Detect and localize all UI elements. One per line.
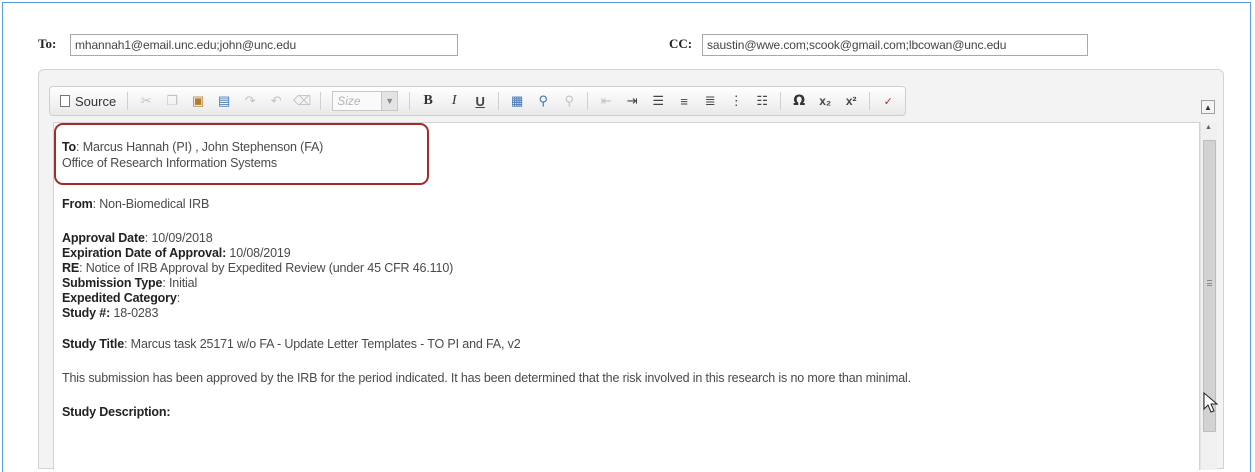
align-right-icon[interactable]: ≣ bbox=[699, 90, 721, 112]
toolbar-separator bbox=[409, 92, 411, 110]
copy-icon[interactable]: ❐ bbox=[161, 90, 183, 112]
letter-submission-key: Submission Type bbox=[62, 276, 163, 290]
letter-description-heading-text: Study Description: bbox=[62, 405, 171, 419]
letter-expedited-key: Expedited Category bbox=[62, 291, 177, 305]
replace-icon[interactable]: ⚲ bbox=[558, 90, 580, 112]
letter-expedited-line: Expedited Category: bbox=[62, 291, 180, 305]
letter-study-title-value: : Marcus task 25171 w/o FA - Update Lett… bbox=[124, 337, 521, 351]
letter-re-key: RE bbox=[62, 261, 80, 275]
letter-to-value: : Marcus Hannah (PI) , John Stephenson (… bbox=[76, 140, 324, 154]
subscript-button[interactable]: x₂ bbox=[814, 90, 836, 112]
align-left-icon[interactable]: ☰ bbox=[647, 90, 669, 112]
letter-from-line: From: Non-Biomedical IRB bbox=[62, 197, 209, 211]
letter-approval-line: Approval Date: 10/09/2018 bbox=[62, 231, 213, 245]
letter-from-key: From bbox=[62, 197, 93, 211]
letter-study-number-value: 18-0283 bbox=[110, 306, 159, 320]
letter-description-heading: Study Description: bbox=[62, 405, 171, 419]
letter-expiration-key: Expiration Date of Approval: bbox=[62, 246, 227, 260]
indent-icon[interactable]: ⇥ bbox=[621, 90, 643, 112]
letter-study-number-line: Study #: 18-0283 bbox=[62, 306, 158, 320]
paste-from-word-icon[interactable]: ▤ bbox=[213, 90, 235, 112]
font-size-select[interactable]: Size ▼ bbox=[332, 91, 399, 111]
toolbar-group: Source ✂ ❐ ▣ ▤ ↷ ↶ ⌫ Size ▼ B I U ▦ ⚲ ⚲ … bbox=[49, 86, 907, 116]
scrollbar-thumb[interactable] bbox=[1203, 140, 1216, 432]
clear-formatting-icon[interactable]: ⌫ bbox=[291, 90, 313, 112]
to-field[interactable]: mhannah1@email.unc.edu;john@unc.edu bbox=[70, 34, 458, 56]
to-label: To: bbox=[38, 36, 57, 51]
letter-expedited-value: : bbox=[176, 291, 181, 305]
letter-study-title-line: Study Title: Marcus task 25171 w/o FA - … bbox=[62, 337, 521, 351]
letter-expiration-value: 10/08/2019 bbox=[226, 246, 291, 260]
source-button-label: Source bbox=[75, 93, 117, 109]
cc-field[interactable]: saustin@wwe.com;scook@gmail.com;lbcowan@… bbox=[702, 34, 1088, 56]
align-center-icon[interactable]: ≡ bbox=[673, 90, 695, 112]
letter-expiration-line: Expiration Date of Approval: 10/08/2019 bbox=[62, 246, 291, 260]
chevron-down-icon: ▼ bbox=[381, 92, 398, 110]
bullet-list-icon[interactable]: ☷ bbox=[751, 90, 773, 112]
toolbar-collapse-button[interactable]: ▲ bbox=[1201, 100, 1215, 114]
letter-to-line: To: Marcus Hannah (PI) , John Stephenson… bbox=[62, 140, 323, 154]
toolbar-separator bbox=[587, 92, 589, 110]
letter-approval-sentence: This submission has been approved by the… bbox=[62, 371, 911, 385]
letter-re-line: RE: Notice of IRB Approval by Expedited … bbox=[62, 261, 453, 275]
toolbar-separator bbox=[320, 92, 322, 110]
source-button[interactable]: Source bbox=[56, 90, 120, 112]
spellcheck-icon[interactable]: ✓ bbox=[877, 90, 899, 112]
toolbar-separator bbox=[498, 92, 500, 110]
cc-label: CC: bbox=[669, 36, 693, 51]
letter-to-key: To bbox=[62, 140, 77, 154]
numbered-list-icon[interactable]: ⋮ bbox=[725, 90, 747, 112]
letter-approval-key: Approval Date bbox=[62, 231, 145, 245]
letter-from-value: : Non-Biomedical IRB bbox=[92, 197, 210, 211]
find-icon[interactable]: ⚲ bbox=[532, 90, 554, 112]
redo-icon[interactable]: ↶ bbox=[265, 90, 287, 112]
special-char-button[interactable]: Ω bbox=[788, 90, 810, 112]
scroll-up-icon[interactable]: ▲ bbox=[1205, 124, 1212, 131]
rich-text-editor: Source ✂ ❐ ▣ ▤ ↷ ↶ ⌫ Size ▼ B I U ▦ ⚲ ⚲ … bbox=[38, 69, 1224, 470]
editor-scrollbar[interactable]: ▲ bbox=[1200, 122, 1217, 470]
highlight-box bbox=[54, 123, 429, 185]
undo-icon[interactable]: ↷ bbox=[239, 90, 261, 112]
source-doc-icon bbox=[60, 95, 70, 107]
bold-button[interactable]: B bbox=[417, 90, 439, 112]
cut-icon[interactable]: ✂ bbox=[135, 90, 157, 112]
mouse-pointer-icon bbox=[1203, 392, 1219, 413]
letter-study-number-key: Study #: bbox=[62, 306, 111, 320]
outdent-icon[interactable]: ⇤ bbox=[595, 90, 617, 112]
letter-approval-value: : 10/09/2018 bbox=[144, 231, 213, 245]
underline-button[interactable]: U bbox=[469, 90, 491, 112]
letter-submission-line: Submission Type: Initial bbox=[62, 276, 197, 290]
superscript-button[interactable]: x² bbox=[840, 90, 862, 112]
toolbar-separator bbox=[127, 92, 129, 110]
editor-toolbar: Source ✂ ❐ ▣ ▤ ↷ ↶ ⌫ Size ▼ B I U ▦ ⚲ ⚲ … bbox=[49, 85, 1215, 117]
font-size-placeholder: Size bbox=[337, 94, 361, 108]
italic-button[interactable]: I bbox=[443, 90, 465, 112]
letter-study-title-key: Study Title bbox=[62, 337, 125, 351]
paste-icon[interactable]: ▣ bbox=[187, 90, 209, 112]
toolbar-separator bbox=[780, 92, 782, 110]
letter-re-value: : Notice of IRB Approval by Expedited Re… bbox=[79, 261, 454, 275]
letter-office-line: Office of Research Information Systems bbox=[62, 156, 277, 170]
letter-submission-value: : Initial bbox=[162, 276, 198, 290]
table-icon[interactable]: ▦ bbox=[506, 90, 528, 112]
scroll-grip-icon bbox=[1207, 280, 1212, 286]
toolbar-separator bbox=[869, 92, 871, 110]
editor-content[interactable]: To: Marcus Hannah (PI) , John Stephenson… bbox=[53, 122, 1200, 470]
